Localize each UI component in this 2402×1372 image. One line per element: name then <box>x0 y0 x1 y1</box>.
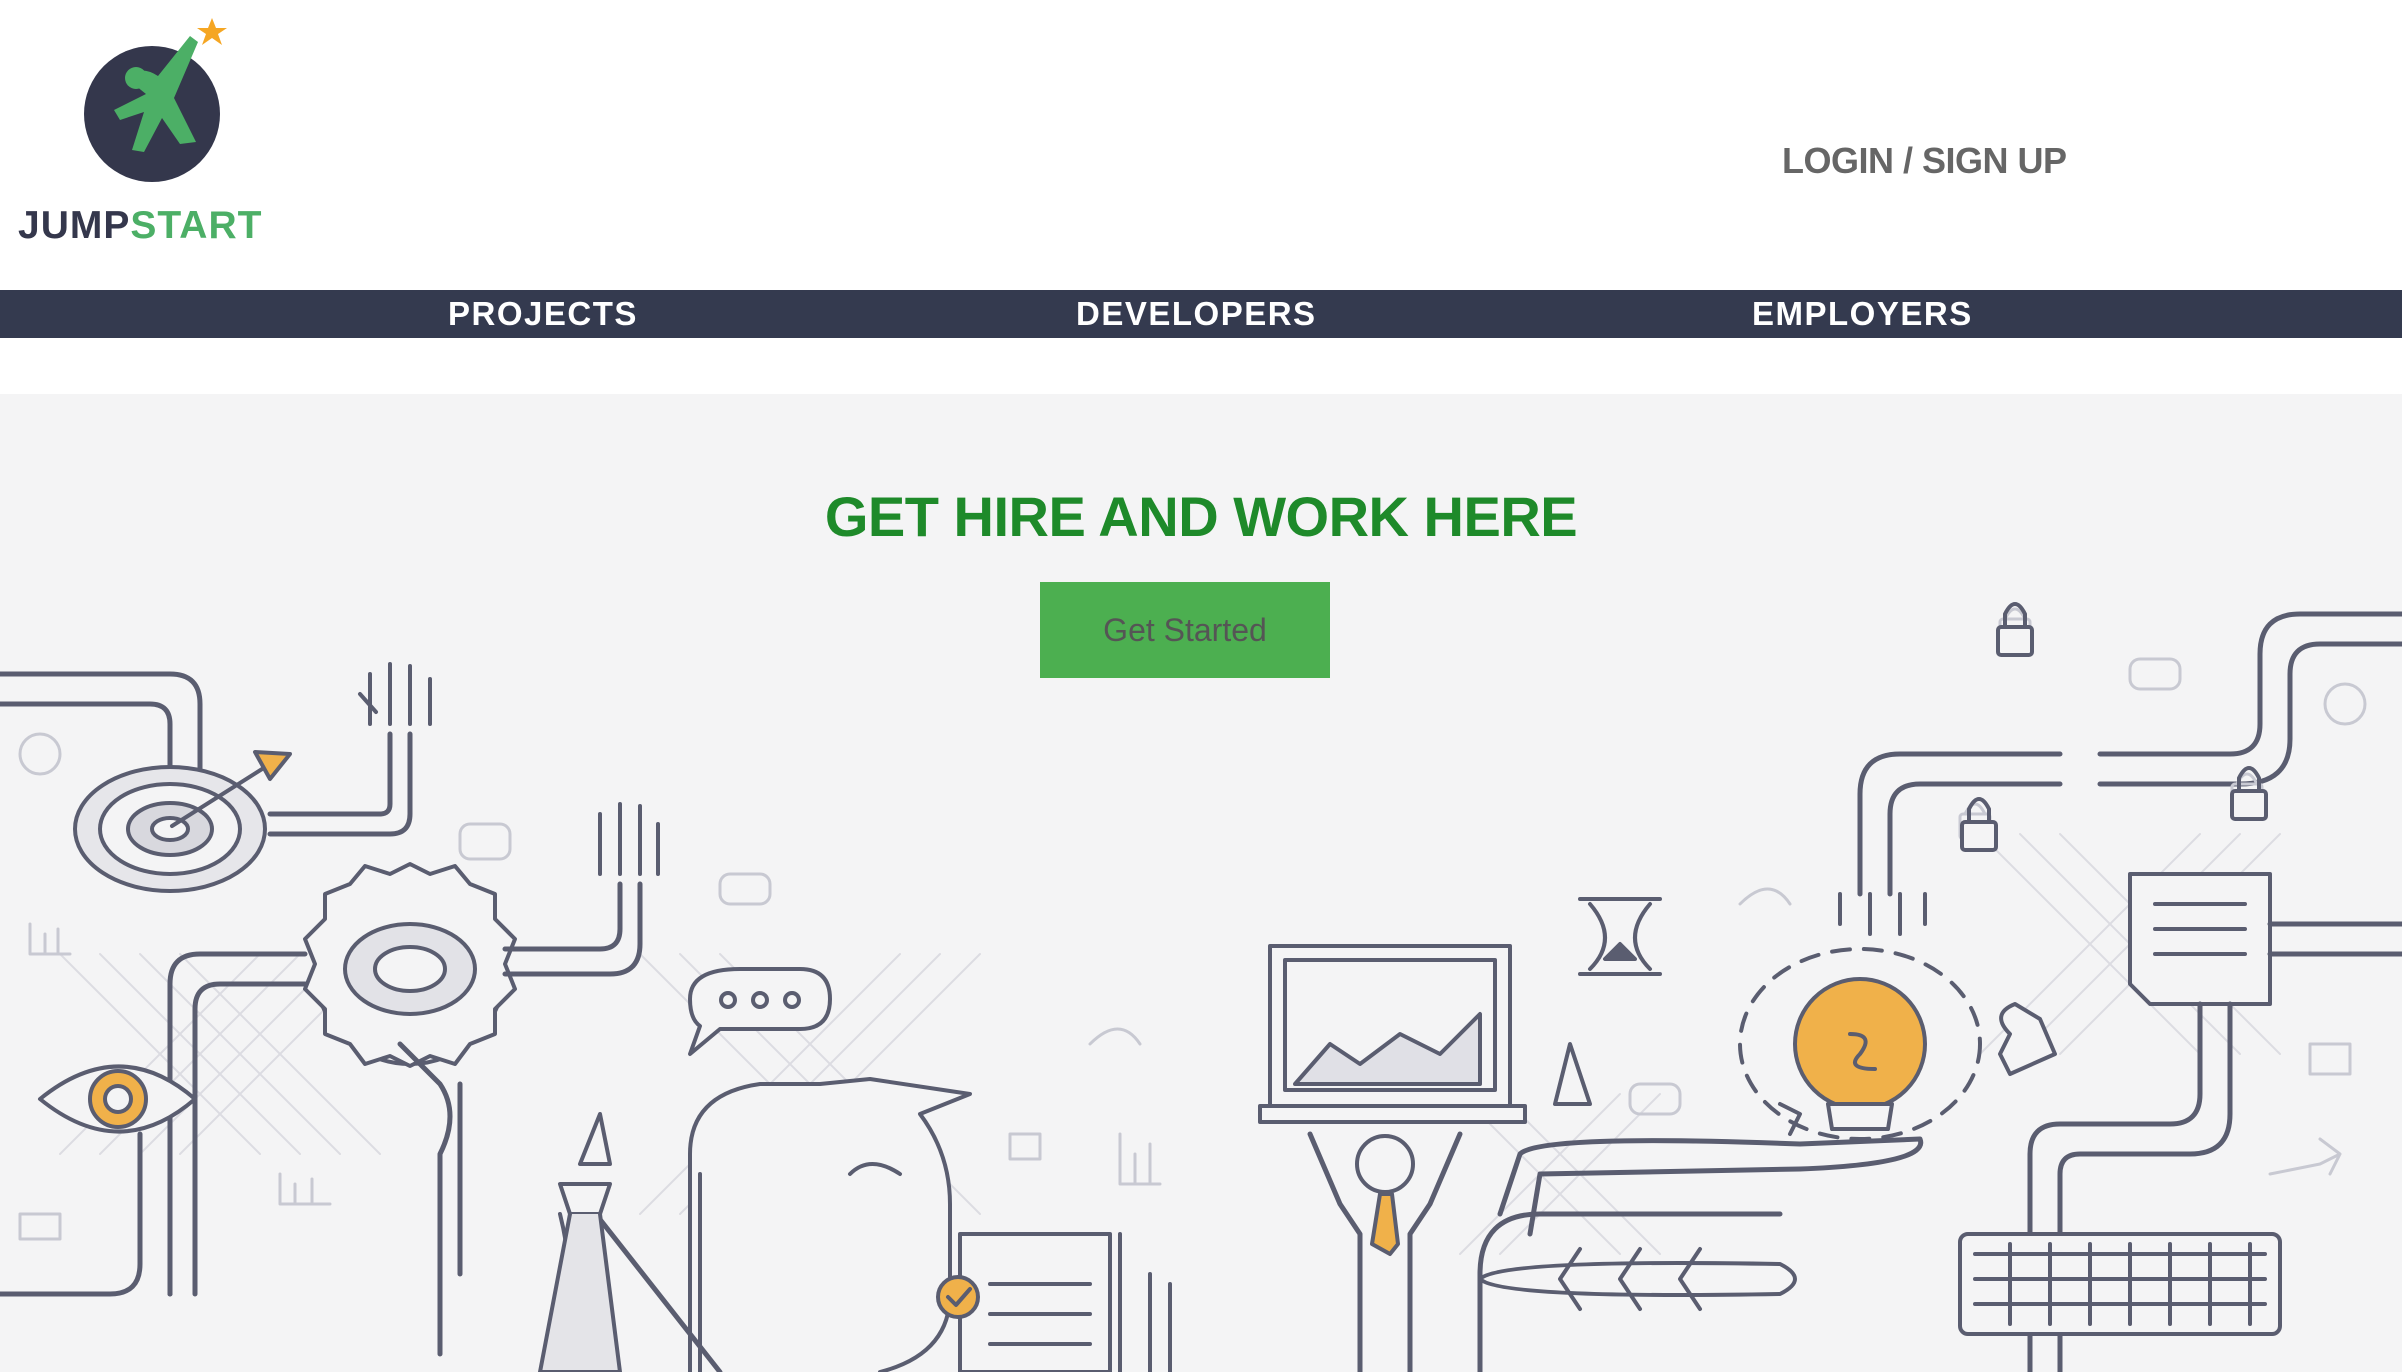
logo-text-jump: JUMP <box>18 204 131 247</box>
hero-section: GET HIRE AND WORK HERE Get Started <box>0 394 2402 1372</box>
hourglass-icon <box>1578 897 1662 976</box>
person-figure <box>538 1077 972 1372</box>
keyboard-icon <box>1958 1232 2282 1336</box>
logo[interactable]: JUMPSTART <box>18 14 261 254</box>
nav-item-developers[interactable]: DEVELOPERS <box>1076 290 1317 338</box>
nav-item-employers[interactable]: EMPLOYERS <box>1752 290 1973 338</box>
jumpstart-logo-icon <box>84 18 227 182</box>
site-header: JUMPSTART LOGIN / SIGN UP <box>0 0 2402 290</box>
logo-text-start: START <box>130 204 263 247</box>
get-started-button[interactable]: Get Started <box>1040 582 1330 678</box>
lightbulb-icon <box>1738 947 1982 1141</box>
login-signup-link[interactable]: LOGIN / SIGN UP <box>1782 140 2067 182</box>
main-navbar: PROJECTS DEVELOPERS EMPLOYERS <box>0 290 2402 338</box>
hero-heading: GET HIRE AND WORK HERE <box>824 485 1578 548</box>
nav-item-projects[interactable]: PROJECTS <box>448 290 638 338</box>
chat-bubble-icon <box>688 967 832 1056</box>
document-icon <box>2128 872 2272 1006</box>
gear-icon <box>303 862 517 1068</box>
target-icon <box>73 750 292 893</box>
laptop-icon <box>1258 944 1527 1124</box>
clipboard-icon <box>936 1232 1112 1372</box>
rocket-icon <box>1478 1247 1797 1311</box>
logo-wordmark: JUMPSTART <box>18 204 262 248</box>
